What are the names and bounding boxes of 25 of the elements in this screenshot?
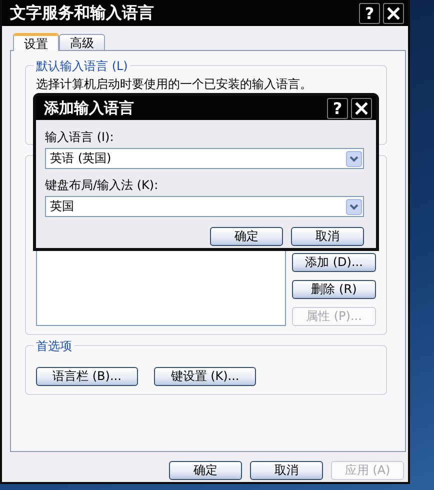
tab[interactable]: 高级 bbox=[59, 34, 105, 50]
group-title: 首选项 bbox=[34, 338, 74, 355]
button[interactable]: 确定 bbox=[210, 227, 283, 246]
button[interactable]: 语言栏 (B)... bbox=[36, 367, 138, 386]
help-button[interactable]: ? bbox=[327, 98, 348, 118]
button[interactable]: 取消 bbox=[291, 227, 364, 246]
close-icon bbox=[355, 102, 368, 114]
close-icon bbox=[387, 6, 400, 20]
button[interactable]: 键设置 (K)... bbox=[154, 367, 256, 386]
button[interactable]: 添加 (D)... bbox=[292, 253, 376, 272]
field-label: 输入语言 (I): bbox=[45, 129, 115, 146]
window-title: 添加输入语言 bbox=[44, 98, 135, 118]
window-title: 文字服务和输入语言 bbox=[10, 2, 155, 24]
button[interactable]: 取消 bbox=[250, 461, 323, 480]
tab[interactable]: 设置 bbox=[13, 33, 59, 51]
close-button[interactable] bbox=[383, 2, 404, 24]
group-title: 默认输入语言 (L) bbox=[34, 58, 130, 75]
button[interactable]: 确定 bbox=[169, 461, 242, 480]
dropdown-field[interactable]: 英国 bbox=[45, 196, 364, 217]
button[interactable]: 删除 (R) bbox=[292, 280, 376, 299]
dropdown-field[interactable]: 英语 (英国) bbox=[45, 148, 364, 169]
help-button[interactable]: ? bbox=[359, 2, 380, 24]
close-button[interactable] bbox=[351, 98, 372, 118]
field-label: 键盘布局/输入法 (K): bbox=[45, 177, 160, 194]
description-text: 选择计算机启动时要使用的一个已安装的输入语言。 bbox=[36, 76, 312, 93]
